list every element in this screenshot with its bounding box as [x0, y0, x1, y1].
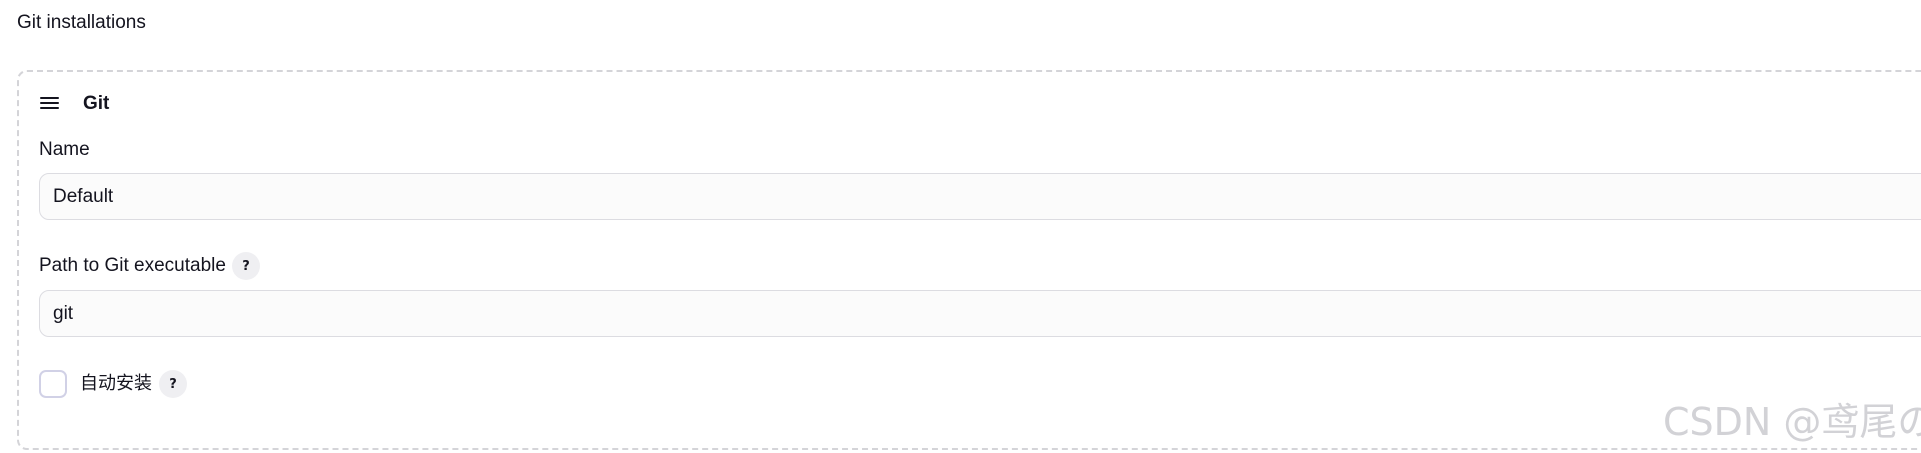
auto-install-checkbox[interactable]: [39, 370, 67, 398]
auto-install-label: 自动安装: [80, 373, 152, 394]
hamburger-line: [40, 97, 59, 99]
path-to-git-label: Path to Git executable: [39, 255, 226, 276]
name-label: Name: [39, 139, 90, 160]
path-help-button[interactable]: ?: [232, 252, 260, 280]
section-title: Git installations: [17, 12, 146, 33]
hamburger-line: [40, 107, 59, 109]
git-installation-card: [17, 70, 1921, 450]
name-input[interactable]: [39, 173, 1921, 220]
git-installations-page: Git installations Git Name Path to Git e…: [0, 0, 1921, 453]
auto-install-help-button[interactable]: ?: [159, 370, 187, 398]
git-item-title: Git: [83, 93, 110, 114]
path-to-git-input[interactable]: [39, 290, 1921, 337]
hamburger-line: [40, 102, 59, 104]
hamburger-menu-icon[interactable]: [40, 94, 62, 112]
